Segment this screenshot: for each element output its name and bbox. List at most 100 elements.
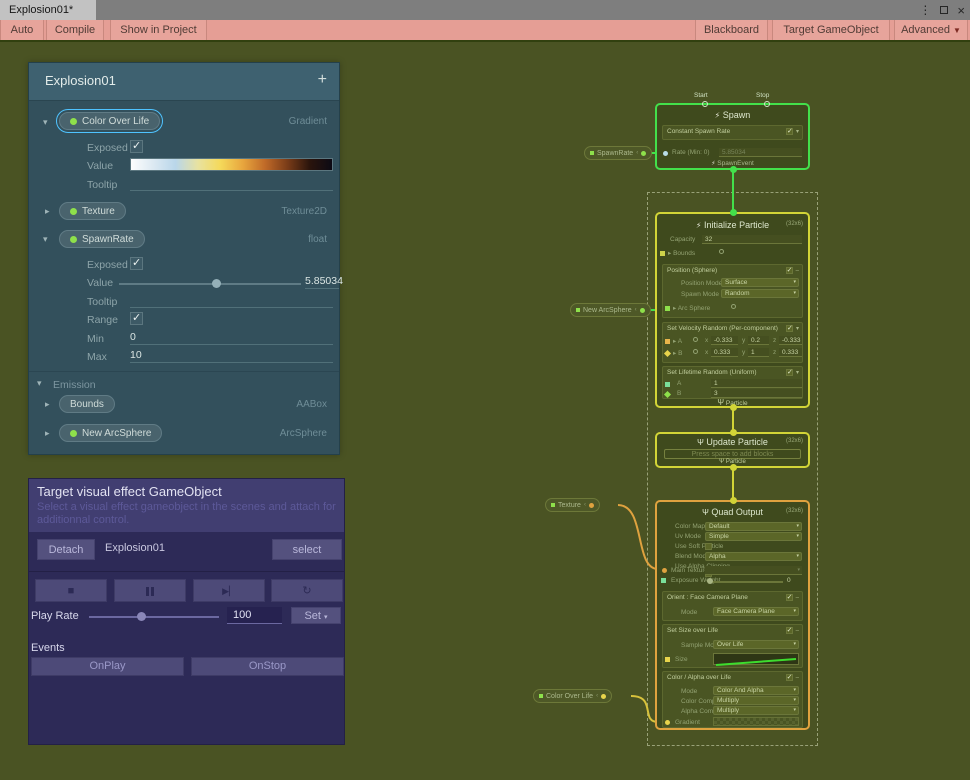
window-menu-icon[interactable]: ⋮ xyxy=(919,4,931,16)
collapse-icon[interactable]: ‹ xyxy=(636,150,638,156)
stop-button[interactable]: ■ xyxy=(35,579,107,602)
new-arcsphere-parameter-node[interactable]: New ArcSphere ‹ xyxy=(570,303,651,317)
target-gameobject-toggle-button[interactable]: Target GameObject xyxy=(772,20,890,40)
category-emission[interactable]: Emission xyxy=(53,379,96,391)
velocity-b-z-field[interactable]: 0.333 xyxy=(779,348,802,357)
initialize-input-port[interactable] xyxy=(730,209,737,216)
pill-output-port[interactable] xyxy=(589,503,594,508)
velocity-a-z-field[interactable]: -0.333 xyxy=(779,336,802,345)
velocity-a-y-field[interactable]: 0.2 xyxy=(748,336,769,345)
velocity-b-y-field[interactable]: 1 xyxy=(748,348,769,357)
position-sphere-block[interactable]: Position (Sphere) – Position Mode Surfac… xyxy=(662,264,803,318)
gradient-value-field[interactable] xyxy=(130,158,333,171)
auto-button[interactable]: Auto xyxy=(0,20,44,40)
onstop-button[interactable]: OnStop xyxy=(191,657,344,676)
initialize-particle-node[interactable]: ⚡ Initialize Particle (32x6) Capacity 32… xyxy=(655,212,810,408)
pill-output-port[interactable] xyxy=(640,308,645,313)
arc-sphere-input-port[interactable] xyxy=(665,306,670,311)
spawnrate-slider-thumb[interactable] xyxy=(212,279,221,288)
onplay-button[interactable]: OnPlay xyxy=(31,657,184,676)
blackboard-header[interactable]: Explosion01 + xyxy=(29,63,339,101)
collapse-icon[interactable]: ‹ xyxy=(635,307,637,313)
restart-button[interactable]: ↻ xyxy=(271,579,343,602)
param-new-arcsphere[interactable]: New ArcSphere xyxy=(59,424,162,442)
output-input-port[interactable] xyxy=(730,497,737,504)
lifetime-b-port[interactable] xyxy=(664,391,671,398)
show-in-project-button[interactable]: Show in Project xyxy=(110,20,207,40)
lifetime-a-field[interactable]: 1 xyxy=(711,379,802,388)
blackboard-toggle-button[interactable]: Blackboard xyxy=(695,20,768,40)
update-input-port[interactable] xyxy=(730,429,737,436)
block-enabled-checkbox[interactable] xyxy=(786,674,793,681)
rate-input-port[interactable] xyxy=(663,151,668,156)
pill-output-port[interactable] xyxy=(601,694,606,699)
velocity-a-port[interactable] xyxy=(665,339,670,344)
tooltip-field[interactable] xyxy=(130,179,333,191)
document-tab[interactable]: Explosion01* xyxy=(0,0,96,20)
orient-block[interactable]: Orient : Face Camera Plane – Mode Face C… xyxy=(662,591,803,621)
add-parameter-button[interactable]: + xyxy=(318,71,327,89)
compile-button[interactable]: Compile xyxy=(46,20,104,40)
capacity-field[interactable]: 32 xyxy=(702,235,802,244)
bounds-input-port[interactable] xyxy=(660,251,665,256)
block-collapse-icon[interactable]: – xyxy=(796,628,799,634)
exposed-checkbox[interactable] xyxy=(130,257,143,270)
lifetime-random-block[interactable]: Set Lifetime Random (Uniform) ▾ A 1 B 3 xyxy=(662,366,803,399)
spawn-stop-port[interactable] xyxy=(764,101,770,107)
velocity-b-port[interactable] xyxy=(664,350,671,357)
alpha-composition-dropdown[interactable]: Multiply▾ xyxy=(713,706,799,715)
param-texture[interactable]: Texture xyxy=(59,202,126,220)
select-button[interactable]: select xyxy=(272,539,342,560)
exposed-checkbox[interactable] xyxy=(130,140,143,153)
collapse-icon[interactable]: ‹ xyxy=(596,693,598,699)
velocity-random-block[interactable]: Set Velocity Random (Per-component) ▾ ▸ … xyxy=(662,322,803,363)
update-particle-node[interactable]: Ψ Update Particle (32x6) Press space to … xyxy=(655,432,810,468)
chevron-down-icon[interactable]: ▾ xyxy=(43,234,48,245)
exposure-weight-thumb[interactable] xyxy=(707,578,713,584)
update-output-port[interactable] xyxy=(730,464,737,471)
tooltip-field[interactable] xyxy=(130,296,333,308)
block-collapse-icon[interactable]: ▾ xyxy=(796,128,799,135)
param-bounds[interactable]: Bounds xyxy=(59,395,115,413)
color-mode-dropdown[interactable]: Color And Alpha▾ xyxy=(713,686,799,695)
chevron-right-icon[interactable]: ▸ xyxy=(45,206,50,217)
block-collapse-icon[interactable]: ▾ xyxy=(796,369,799,376)
detach-button[interactable]: Detach xyxy=(37,539,95,560)
chevron-right-icon[interactable]: ▸ xyxy=(45,399,50,410)
chevron-down-icon[interactable]: ▾ xyxy=(43,117,48,128)
texture-parameter-node[interactable]: Texture ‹ xyxy=(545,498,600,512)
close-icon[interactable]: × xyxy=(957,4,965,17)
maximize-icon[interactable] xyxy=(940,6,948,14)
spawnrate-value-field[interactable]: 5.85034 xyxy=(305,275,339,289)
use-soft-particle-checkbox[interactable] xyxy=(705,543,712,550)
block-enabled-checkbox[interactable] xyxy=(786,128,793,135)
rate-value-field[interactable]: 5.85034 xyxy=(719,148,802,157)
block-collapse-icon[interactable]: ▾ xyxy=(796,325,799,332)
size-curve-field[interactable] xyxy=(713,653,799,665)
block-enabled-checkbox[interactable] xyxy=(786,594,793,601)
color-mapping-mode-dropdown[interactable]: Default▾ xyxy=(705,522,802,531)
spawnrate-slider[interactable] xyxy=(119,283,301,285)
block-collapse-icon[interactable]: – xyxy=(796,675,799,681)
orient-mode-dropdown[interactable]: Face Camera Plane▾ xyxy=(713,607,799,616)
play-rate-value-field[interactable]: 100 xyxy=(227,607,282,624)
chevron-down-icon[interactable]: ▾ xyxy=(37,378,42,389)
block-collapse-icon[interactable]: – xyxy=(796,268,799,274)
blend-mode-dropdown[interactable]: Alpha▾ xyxy=(705,552,802,561)
exposure-weight-slider[interactable] xyxy=(709,581,783,583)
gradient-field[interactable] xyxy=(713,717,799,726)
lifetime-b-field[interactable]: 3 xyxy=(711,389,802,398)
param-spawnrate[interactable]: SpawnRate xyxy=(59,230,145,248)
play-rate-thumb[interactable] xyxy=(137,612,146,621)
lifetime-a-port[interactable] xyxy=(665,382,670,387)
block-enabled-checkbox[interactable] xyxy=(786,325,793,332)
gradient-input-port[interactable] xyxy=(665,720,670,725)
spawn-output-port[interactable] xyxy=(730,166,737,173)
initialize-output-port[interactable] xyxy=(730,404,737,411)
block-collapse-icon[interactable]: – xyxy=(796,595,799,601)
block-enabled-checkbox[interactable] xyxy=(786,267,793,274)
advanced-dropdown-button[interactable]: Advanced▼ xyxy=(894,20,968,40)
exposure-weight-port[interactable] xyxy=(661,578,666,583)
quad-output-node[interactable]: Ψ Quad Output (32x6) Color Mapping Mode … xyxy=(655,500,810,730)
size-over-life-block[interactable]: Set Size over Life – Sample Mode Over Li… xyxy=(662,624,803,668)
